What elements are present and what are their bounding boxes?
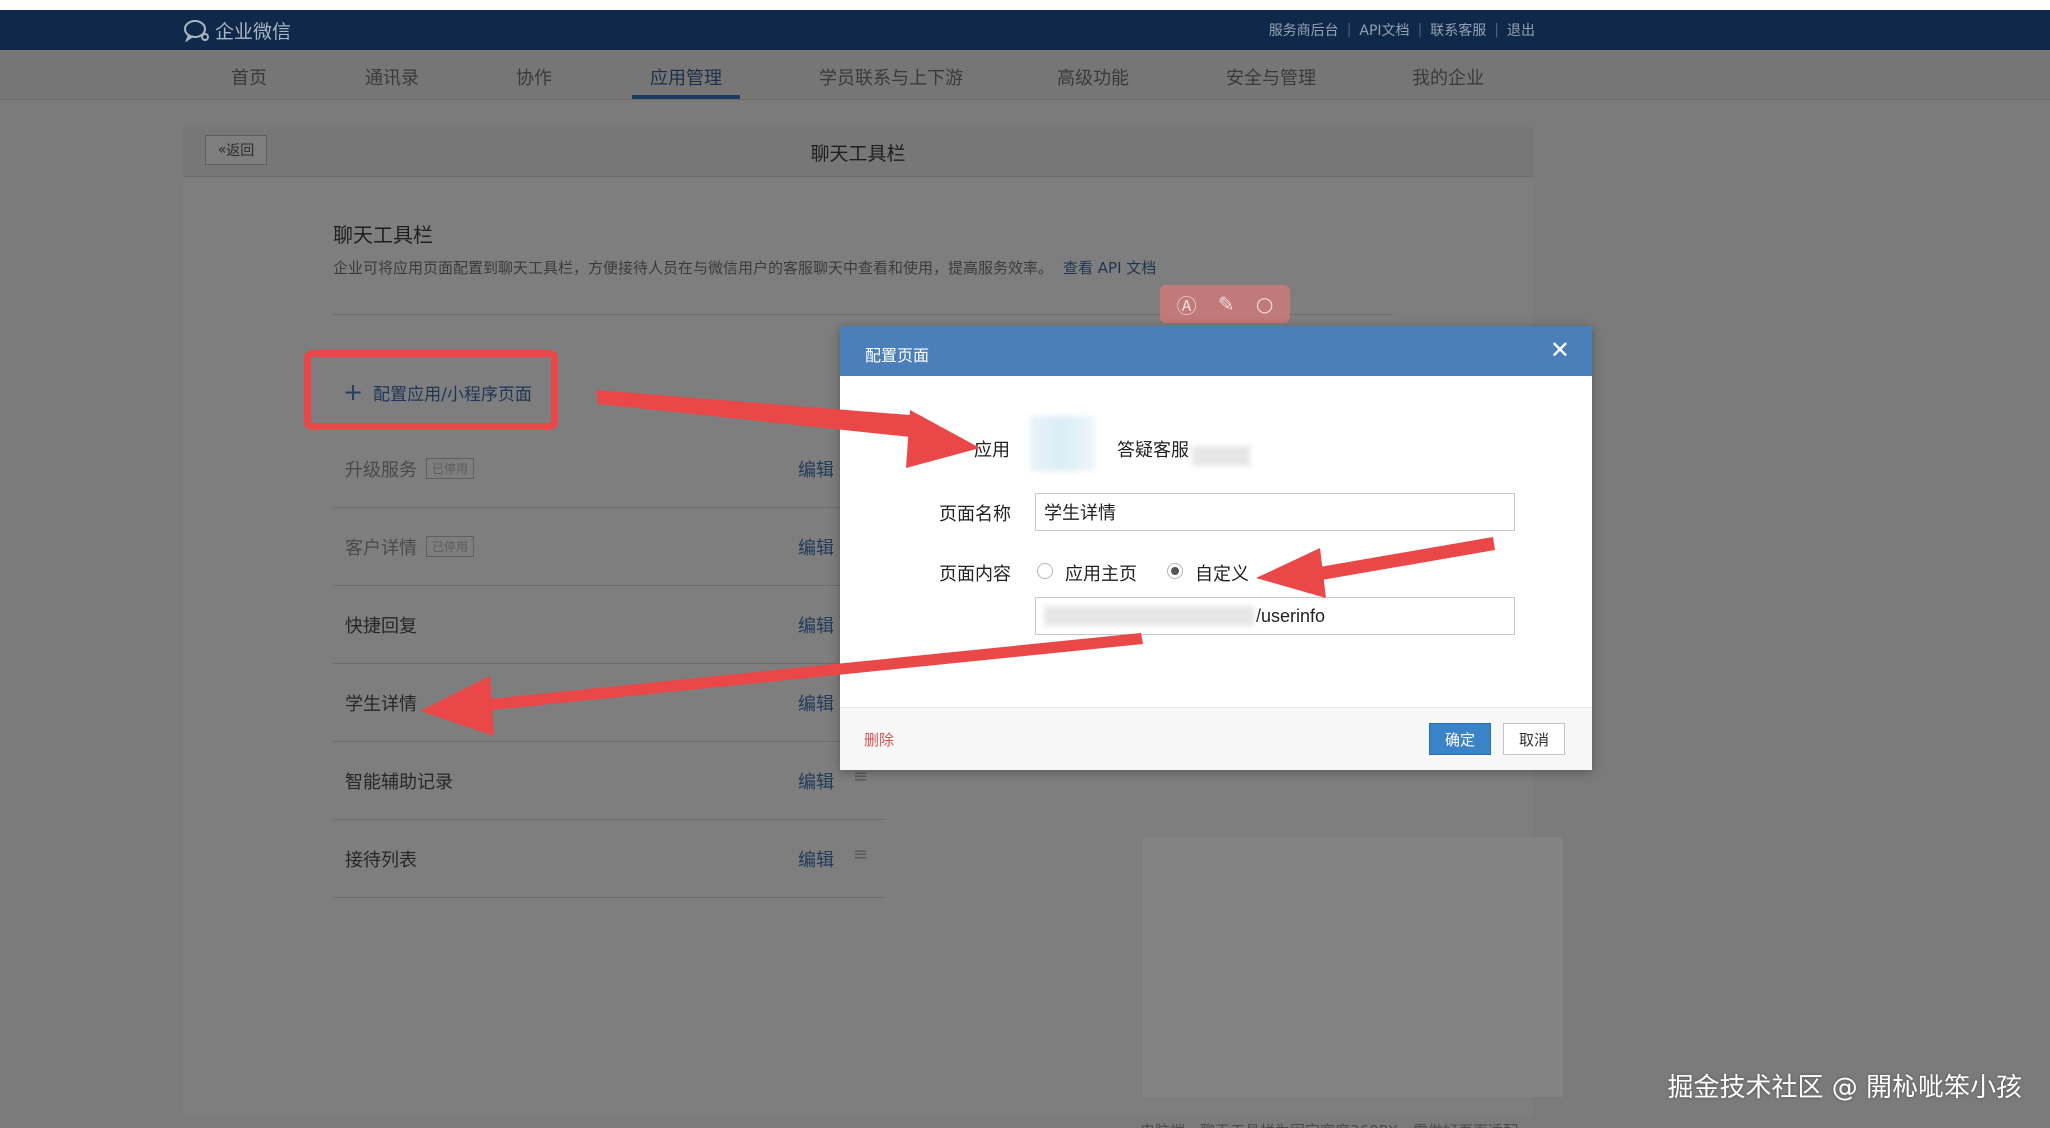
menu-row: 学生详情 编辑 bbox=[333, 664, 885, 742]
top-links: 服务商后台 | API文档 | 联系客服 | 退出 bbox=[1269, 20, 1535, 40]
redacted-url-prefix bbox=[1044, 606, 1254, 626]
menu-row: 升级服务 已停用 编辑 bbox=[333, 430, 885, 508]
nav-advanced[interactable]: 高级功能 bbox=[1057, 64, 1129, 90]
redacted-text bbox=[1192, 446, 1250, 466]
ai-icon[interactable]: Ⓐ bbox=[1177, 290, 1197, 319]
nav-active-indicator bbox=[632, 95, 740, 99]
nav-student-contacts[interactable]: 学员联系与上下游 bbox=[819, 64, 963, 90]
edit-link[interactable]: 编辑 bbox=[798, 456, 834, 482]
section-title: 聊天工具栏 bbox=[333, 223, 433, 247]
edit-link[interactable]: 编辑 bbox=[798, 612, 834, 638]
page-title: 聊天工具栏 bbox=[810, 143, 906, 165]
preview-note: 电脑端，聊天工具栏为固定宽度360PX，需做好页面适配 bbox=[1140, 1120, 1518, 1128]
disabled-badge: 已停用 bbox=[426, 536, 475, 557]
close-icon[interactable]: ✕ bbox=[1550, 336, 1570, 364]
top-strip bbox=[0, 0, 2050, 10]
dialog-footer: 删除 确定 取消 bbox=[840, 707, 1592, 770]
page-name-label: 页面名称 bbox=[939, 504, 1011, 525]
description-text: 企业可将应用页面配置到聊天工具栏，方便接待人员在与微信用户的客服聊天中查看和使用… bbox=[333, 259, 1054, 277]
separator: | bbox=[1417, 22, 1423, 38]
nav-app-management[interactable]: 应用管理 bbox=[650, 64, 722, 90]
magic-wand-icon[interactable]: ✎ bbox=[1218, 292, 1235, 316]
separator: | bbox=[1494, 22, 1499, 38]
cancel-button[interactable]: 取消 bbox=[1503, 723, 1565, 755]
preview-panel bbox=[1143, 837, 1563, 1097]
edit-link[interactable]: 编辑 bbox=[798, 846, 834, 872]
page-name-value: 学生详情 bbox=[1044, 503, 1116, 523]
edit-link[interactable]: 编辑 bbox=[798, 534, 834, 560]
custom-url-value: /userinfo bbox=[1256, 605, 1326, 626]
edit-link[interactable]: 编辑 bbox=[798, 768, 834, 794]
floating-toolbar: Ⓐ ✎ ○ bbox=[1160, 285, 1290, 323]
config-page-dialog: 配置页面 ✕ 应用 答疑客服 页面名称 学生详情 页面内容 应用主页 自定义 /… bbox=[840, 326, 1592, 770]
logo[interactable]: 企业微信 bbox=[183, 18, 292, 43]
menu-item-label: 智能辅助记录 bbox=[345, 772, 453, 793]
nav-security[interactable]: 安全与管理 bbox=[1226, 64, 1316, 90]
logout-link[interactable]: 退出 bbox=[1507, 20, 1535, 40]
search-icon[interactable]: ○ bbox=[1256, 292, 1273, 316]
menu-row: 客户详情 已停用 编辑 bbox=[333, 508, 885, 586]
nav-my-enterprise[interactable]: 我的企业 bbox=[1412, 64, 1484, 90]
wecom-logo-icon bbox=[184, 20, 209, 42]
dialog-header: 配置页面 ✕ bbox=[840, 326, 1592, 376]
separator: | bbox=[1346, 22, 1352, 38]
annotation-highlight-box bbox=[304, 350, 558, 430]
app-name: 答疑客服 bbox=[1117, 440, 1189, 461]
custom-url-input[interactable]: /userinfo bbox=[1035, 597, 1515, 635]
menu-item-label: 升级服务 bbox=[345, 460, 417, 481]
watermark: 掘金技术社区 @ 開杺呲笨小孩 bbox=[1667, 1073, 2022, 1103]
radio-custom[interactable] bbox=[1167, 563, 1183, 579]
menu-item-label: 学生详情 bbox=[345, 694, 417, 715]
nav-contacts[interactable]: 通讯录 bbox=[365, 64, 419, 90]
edit-link[interactable]: 编辑 bbox=[798, 690, 834, 716]
app-avatar bbox=[1030, 416, 1095, 471]
radio-app-home[interactable] bbox=[1037, 563, 1053, 579]
page-name-input[interactable]: 学生详情 bbox=[1035, 493, 1515, 531]
drag-handle-icon[interactable]: ≡ bbox=[853, 844, 868, 865]
nav-collaboration[interactable]: 协作 bbox=[516, 64, 552, 90]
api-docs-link[interactable]: 查看 API 文档 bbox=[1063, 259, 1156, 277]
logo-text: 企业微信 bbox=[215, 20, 292, 43]
page-content-label: 页面内容 bbox=[939, 564, 1011, 585]
dialog-title: 配置页面 bbox=[865, 346, 930, 365]
service-provider-link[interactable]: 服务商后台 bbox=[1269, 20, 1339, 40]
nav-home[interactable]: 首页 bbox=[231, 64, 267, 90]
card-header: « 返回 聊天工具栏 bbox=[183, 127, 1533, 177]
api-docs-link[interactable]: API文档 bbox=[1359, 20, 1409, 40]
delete-link[interactable]: 删除 bbox=[864, 729, 894, 750]
contact-support-link[interactable]: 联系客服 bbox=[1430, 20, 1486, 40]
menu-row: 快捷回复 编辑 bbox=[333, 586, 885, 664]
menu-row: 接待列表 编辑 ≡ bbox=[333, 820, 885, 898]
menu-row: 智能辅助记录 编辑 ≡ bbox=[333, 742, 885, 820]
menu-item-label: 接待列表 bbox=[345, 850, 417, 871]
disabled-badge: 已停用 bbox=[426, 458, 475, 479]
radio-custom-label[interactable]: 自定义 bbox=[1195, 560, 1249, 586]
section-description: 企业可将应用页面配置到聊天工具栏，方便接待人员在与微信用户的客服聊天中查看和使用… bbox=[333, 257, 1156, 278]
menu-item-label: 客户详情 bbox=[345, 538, 417, 559]
confirm-button[interactable]: 确定 bbox=[1429, 723, 1491, 755]
radio-app-home-label[interactable]: 应用主页 bbox=[1065, 560, 1137, 586]
app-label: 应用 bbox=[974, 440, 1010, 461]
menu-item-label: 快捷回复 bbox=[345, 616, 417, 637]
main-nav: 首页 通讯录 协作 应用管理 学员联系与上下游 高级功能 安全与管理 我的企业 bbox=[0, 50, 2050, 100]
top-bar: 企业微信 服务商后台 | API文档 | 联系客服 | 退出 bbox=[0, 10, 2050, 50]
